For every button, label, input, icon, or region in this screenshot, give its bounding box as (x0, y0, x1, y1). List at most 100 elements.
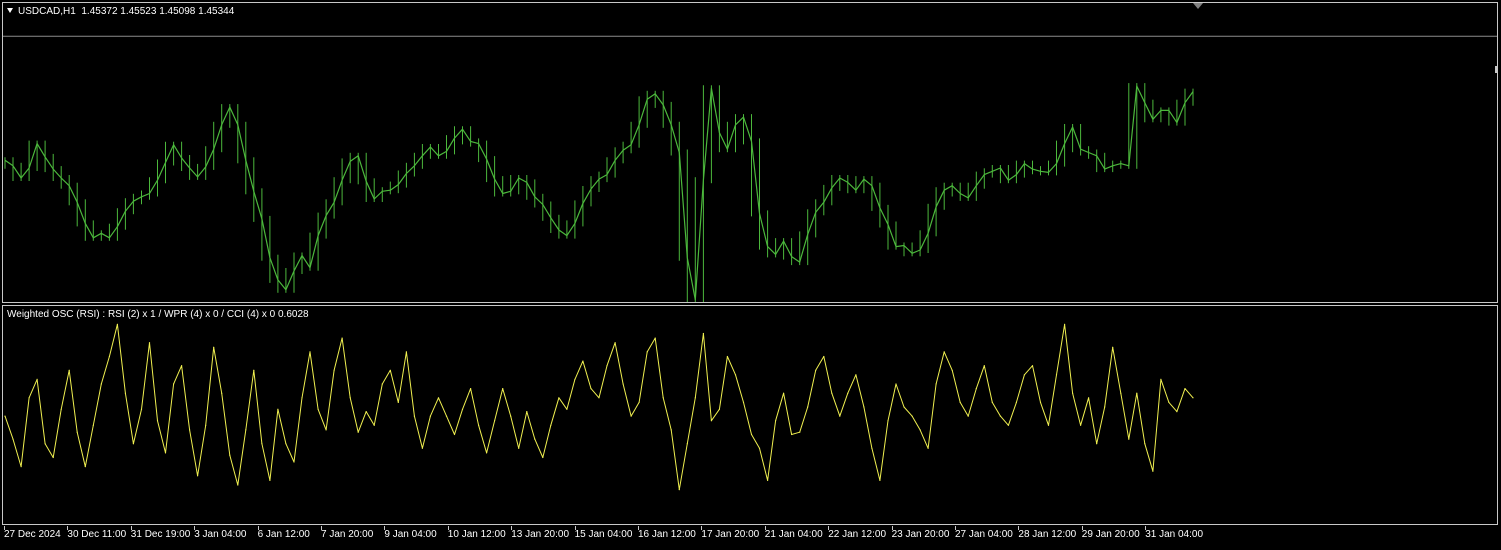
oscillator-point (622, 383, 624, 385)
time-tick-label: 29 Jan 20:00 (1081, 529, 1140, 540)
oscillator-point (654, 337, 656, 339)
oscillator-point (726, 355, 729, 358)
oscillator-point (341, 337, 343, 339)
oscillator-point (213, 346, 215, 348)
oscillator-point (108, 355, 110, 358)
price-series-line (4, 85, 1194, 301)
oscillator-point (823, 355, 825, 358)
oscillator-point (189, 429, 191, 431)
oscillator-point (486, 452, 488, 454)
time-tick-label: 10 Jan 12:00 (447, 529, 506, 540)
oscillator-point (4, 415, 6, 417)
oscillator-pane[interactable]: Weighted OSC (RSI) : RSI (2) x 1 / WPR (… (2, 305, 1498, 525)
oscillator-point (807, 406, 809, 408)
oscillator-point (84, 466, 86, 468)
oscillator-point (325, 429, 327, 431)
oscillator-point (574, 378, 576, 380)
oscillator-point (68, 369, 70, 371)
oscillator-point (173, 383, 175, 385)
oscillator-point (758, 447, 761, 449)
oscillator-point (1007, 424, 1010, 426)
oscillator-point (44, 443, 46, 445)
time-tick-label: 30 Dec 11:00 (67, 529, 127, 540)
oscillator-point (397, 401, 399, 403)
oscillator-point (983, 365, 985, 367)
oscillator-point (991, 401, 993, 403)
oscillator-point (470, 388, 472, 390)
oscillator-point (309, 351, 311, 353)
oscillator-point (742, 401, 745, 403)
time-tick-label: 9 Jan 04:00 (384, 529, 437, 540)
oscillator-point (100, 383, 102, 385)
oscillator-point (1184, 388, 1186, 390)
oscillator-point (1144, 443, 1146, 445)
oscillator-point (831, 392, 833, 394)
oscillator-point (678, 489, 680, 491)
oscillator-point (686, 443, 688, 445)
oscillator-point (783, 392, 785, 394)
oscillator-point (301, 397, 303, 399)
oscillator-point (405, 351, 407, 353)
oscillator-point (839, 415, 841, 417)
oscillator-point (694, 397, 696, 399)
time-tick-label: 21 Jan 04:00 (764, 529, 823, 540)
oscillator-series-line (4, 323, 1194, 491)
oscillator-point (285, 443, 287, 445)
oscillator-point (967, 415, 969, 417)
oscillator-point (1072, 392, 1074, 394)
oscillator-point (775, 420, 777, 422)
time-tick-label: 7 Jan 20:00 (321, 529, 374, 540)
oscillator-point (205, 424, 207, 426)
oscillator-point (791, 433, 793, 436)
oscillator-point (911, 415, 913, 417)
time-tick-label: 31 Jan 04:00 (1145, 529, 1204, 540)
time-tick-label: 23 Jan 20:00 (891, 529, 950, 540)
oscillator-point (855, 374, 857, 376)
oscillator-point (1168, 401, 1170, 403)
time-tick-label: 27 Jan 04:00 (955, 529, 1013, 540)
time-tick-label: 16 Jan 12:00 (638, 529, 696, 540)
oscillator-point (132, 443, 134, 445)
oscillator-point (1120, 392, 1122, 394)
oscillator-point (277, 408, 279, 410)
oscillator-point (903, 406, 905, 408)
oscillator-point (879, 479, 881, 481)
oscillator-point (518, 447, 520, 449)
oscillator-point (1023, 374, 1025, 376)
price-chart-pane[interactable]: USDCAD,H1 1.45372 1.45523 1.45098 1.4534… (2, 2, 1498, 303)
oscillator-point (526, 411, 528, 413)
time-tick-label: 3 Jan 04:00 (194, 529, 247, 540)
oscillator-point (333, 369, 335, 371)
oscillator-point (461, 408, 464, 410)
oscillator-point (943, 351, 945, 353)
oscillator-point (293, 461, 295, 463)
oscillator-point (895, 383, 897, 385)
oscillator-point (534, 438, 536, 440)
time-tick-label: 6 Jan 12:00 (257, 529, 310, 540)
oscillator-point (614, 342, 616, 344)
oscillator-point (92, 424, 94, 426)
oscillator-point (494, 420, 496, 422)
oscillator-point (181, 365, 183, 367)
oscillator-point (1192, 397, 1194, 399)
oscillator-point (710, 420, 713, 422)
oscillator-point (12, 438, 14, 440)
oscillator-point (1096, 443, 1098, 445)
oscillator-point (502, 388, 504, 390)
oscillator-point (815, 369, 817, 371)
time-tick-label: 28 Jan 12:00 (1018, 529, 1077, 540)
oscillator-point (164, 452, 167, 454)
oscillator-point (245, 429, 247, 431)
oscillator-point (349, 397, 351, 399)
oscillator-point (999, 415, 1002, 417)
oscillator-point (60, 408, 62, 410)
oscillator-point (229, 454, 231, 456)
oscillator-point (221, 392, 223, 394)
oscillator-point (156, 420, 159, 422)
oscillator-point (357, 431, 359, 433)
oscillator-point (148, 342, 151, 344)
oscillator-point (630, 415, 632, 417)
oscillator-point (1047, 424, 1050, 426)
oscillator-point (550, 424, 552, 426)
time-tick-label: 31 Dec 19:00 (130, 529, 191, 540)
